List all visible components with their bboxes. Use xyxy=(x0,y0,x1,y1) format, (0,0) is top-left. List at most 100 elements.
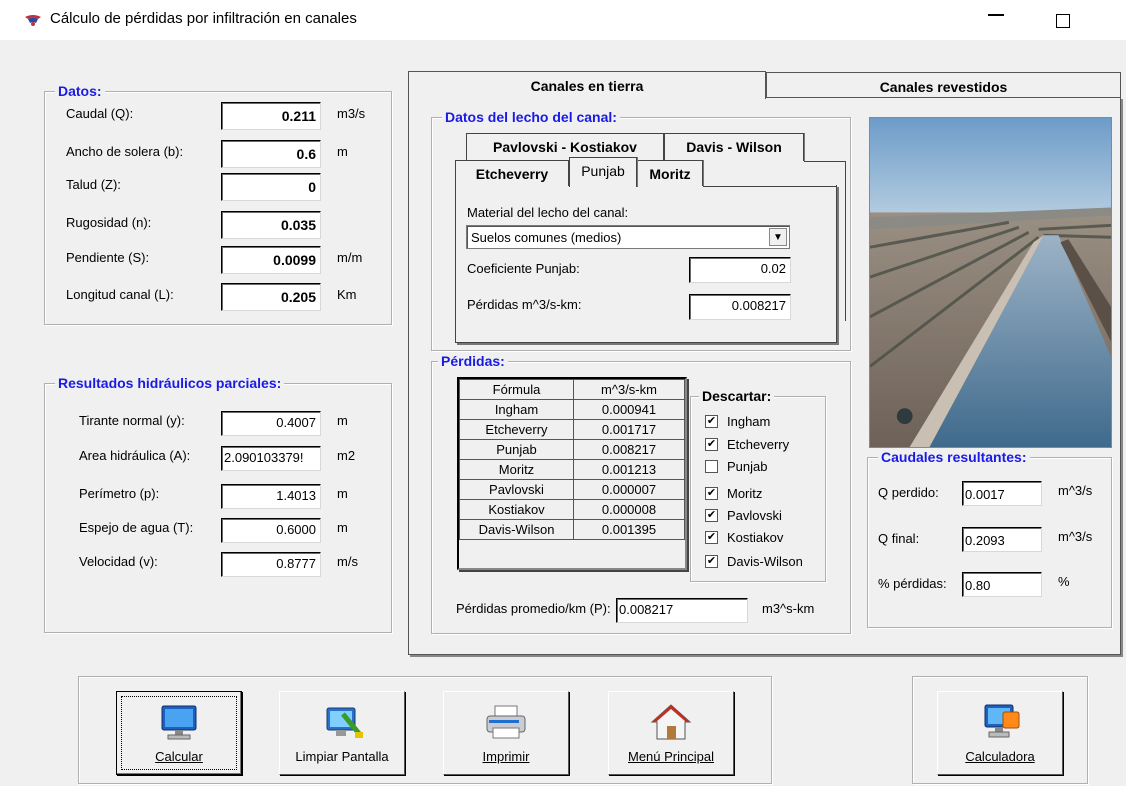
calculadora-button[interactable]: Calculadora xyxy=(937,691,1063,775)
descartar-checkbox-row[interactable]: ✔ Moritz xyxy=(705,485,825,505)
table-row[interactable]: Ingham 0.000941 xyxy=(459,399,685,420)
resultados-field[interactable]: 1.4013 xyxy=(221,484,321,509)
datos-unit: m xyxy=(337,144,348,159)
table-row[interactable]: Moritz 0.001213 xyxy=(459,459,685,480)
table-row[interactable]: Etcheverry 0.001717 xyxy=(459,419,685,440)
datos-label: Caudal (Q): xyxy=(66,106,134,121)
material-select[interactable]: Suelos comunes (medios) ▼ xyxy=(466,225,790,249)
resultados-label: Velocidad (v): xyxy=(79,554,158,569)
datos-field[interactable]: 0 xyxy=(221,173,321,201)
descartar-legend: Descartar: xyxy=(699,388,775,404)
lecho-legend: Datos del lecho del canal: xyxy=(442,109,620,125)
caudal-unit: m^3/s xyxy=(1058,529,1093,544)
resultados-field[interactable]: 2.090103379! xyxy=(221,446,321,471)
caudal-field[interactable]: 0.2093 xyxy=(962,527,1042,552)
formula-cell: Moritz xyxy=(459,459,574,480)
subtab-label: Etcheverry xyxy=(475,166,549,182)
datos-field[interactable]: 0.211 xyxy=(221,102,321,130)
loss-value-cell: 0.001717 xyxy=(573,419,685,440)
caudal-unit: % xyxy=(1058,574,1070,589)
checkbox-checked-icon[interactable]: ✔ xyxy=(705,509,718,522)
caudal-label: % pérdidas: xyxy=(878,576,947,591)
datos-label: Pendiente (S): xyxy=(66,250,150,265)
resultados-field[interactable]: 0.4007 xyxy=(221,411,321,436)
button-label: Limpiar Pantalla xyxy=(295,749,389,764)
printer-icon xyxy=(486,705,526,739)
descartar-checkbox-row[interactable]: ✔ Ingham xyxy=(705,413,825,433)
button-label: Imprimir xyxy=(482,749,530,764)
datos-unit: m3/s xyxy=(337,106,366,121)
checkbox-checked-icon[interactable]: ✔ xyxy=(705,555,718,568)
subtab-punjab[interactable]: Punjab xyxy=(569,157,637,187)
subtab-moritz[interactable]: Moritz xyxy=(637,160,703,186)
menu-principal-button[interactable]: Menú Principal xyxy=(608,691,734,775)
checkbox-label: Davis-Wilson xyxy=(727,554,803,569)
datos-field[interactable]: 0.0099 xyxy=(221,246,321,274)
loss-value-cell: 0.001395 xyxy=(573,519,685,540)
tab-label: Canales en tierra xyxy=(530,78,644,94)
descartar-checkbox-row[interactable]: ✔ Etcheverry xyxy=(705,436,825,456)
checkbox-label: Pavlovski xyxy=(727,508,782,523)
subtab-label: Moritz xyxy=(649,166,691,182)
checkbox-checked-icon[interactable]: ✔ xyxy=(705,415,718,428)
datos-field[interactable]: 0.6 xyxy=(221,140,321,168)
resultados-field[interactable]: 0.6000 xyxy=(221,518,321,543)
datos-field[interactable]: 0.205 xyxy=(221,283,321,311)
losses-table: Fórmula m^3/s-km Ingham 0.000941 Etcheverry 0… xyxy=(457,377,687,570)
maximize-icon[interactable] xyxy=(1056,14,1070,28)
coef-punjab-field[interactable]: 0.02 xyxy=(689,257,791,283)
calcular-button[interactable]: Calcular xyxy=(116,691,242,775)
datos-field[interactable]: 0.035 xyxy=(221,211,321,239)
descartar-checkbox-row[interactable]: Punjab xyxy=(705,458,825,478)
table-header-cell: m^3/s-km xyxy=(573,379,685,400)
loss-value-cell: 0.000941 xyxy=(573,399,685,420)
minimize-icon[interactable] xyxy=(988,14,1004,16)
resultados-field[interactable]: 0.8777 xyxy=(221,552,321,577)
imprimir-button[interactable]: Imprimir xyxy=(443,691,569,775)
subtab-davis-wilson[interactable]: Davis - Wilson xyxy=(664,133,804,161)
resultados-unit: m xyxy=(337,413,348,428)
tab-canales-en-tierra[interactable]: Canales en tierra xyxy=(408,71,766,99)
promedio-unit: m3^s-km xyxy=(762,601,815,616)
calculator-icon xyxy=(984,704,1020,738)
checkbox-checked-icon[interactable]: ✔ xyxy=(705,438,718,451)
descartar-checkbox-row[interactable]: ✔ Pavlovski xyxy=(705,507,825,527)
promedio-label: Pérdidas promedio/km (P): xyxy=(456,601,611,616)
subtab-etcheverry[interactable]: Etcheverry xyxy=(455,160,569,186)
checkbox-label: Kostiakov xyxy=(727,530,784,545)
table-row[interactable]: Kostiakov 0.000008 xyxy=(459,499,685,520)
promedio-field[interactable]: 0.008217 xyxy=(616,598,748,623)
chevron-down-icon[interactable]: ▼ xyxy=(769,228,787,246)
clean-screen-icon xyxy=(326,707,363,738)
table-row[interactable]: Pavlovski 0.000007 xyxy=(459,479,685,500)
caudal-field[interactable]: 0.80 xyxy=(962,572,1042,597)
loss-value-cell: 0.000008 xyxy=(573,499,685,520)
resultados-unit: m xyxy=(337,520,348,535)
checkbox-checked-icon[interactable]: ✔ xyxy=(705,487,718,500)
table-row[interactable]: Davis-Wilson 0.001395 xyxy=(459,519,685,540)
tab-canales-revestidos[interactable]: Canales revestidos xyxy=(766,72,1121,98)
resultados-legend: Resultados hidráulicos parciales: xyxy=(55,375,285,391)
limpiar-pantalla-button[interactable]: Limpiar Pantalla xyxy=(279,691,405,775)
button-label: Menú Principal xyxy=(628,749,714,764)
table-row[interactable]: Punjab 0.008217 xyxy=(459,439,685,460)
app-icon[interactable] xyxy=(24,13,42,27)
checkbox-checked-icon[interactable]: ✔ xyxy=(705,531,718,544)
descartar-checkbox-row[interactable]: ✔ Davis-Wilson xyxy=(705,553,825,573)
checkbox-label: Moritz xyxy=(727,486,763,501)
descartar-checkbox-row[interactable]: ✔ Kostiakov xyxy=(705,529,825,549)
checkbox-unchecked-icon[interactable] xyxy=(705,460,718,473)
subtab-label: Punjab xyxy=(581,163,625,179)
datos-unit: m/m xyxy=(337,250,363,265)
button-label: Calcular xyxy=(155,749,203,764)
tab-label: Canales revestidos xyxy=(879,79,1008,95)
caudal-field[interactable]: 0.0017 xyxy=(962,481,1042,506)
caudal-label: Q final: xyxy=(878,531,920,546)
irrigation-canal-photo xyxy=(869,117,1112,448)
checkbox-label: Etcheverry xyxy=(727,437,790,452)
resultados-label: Area hidráulica (A): xyxy=(79,448,191,463)
material-select-value: Suelos comunes (medios) xyxy=(471,230,622,245)
perdidas-punjab-field[interactable]: 0.008217 xyxy=(689,294,791,320)
home-icon xyxy=(650,704,692,740)
resultados-unit: m xyxy=(337,486,348,501)
